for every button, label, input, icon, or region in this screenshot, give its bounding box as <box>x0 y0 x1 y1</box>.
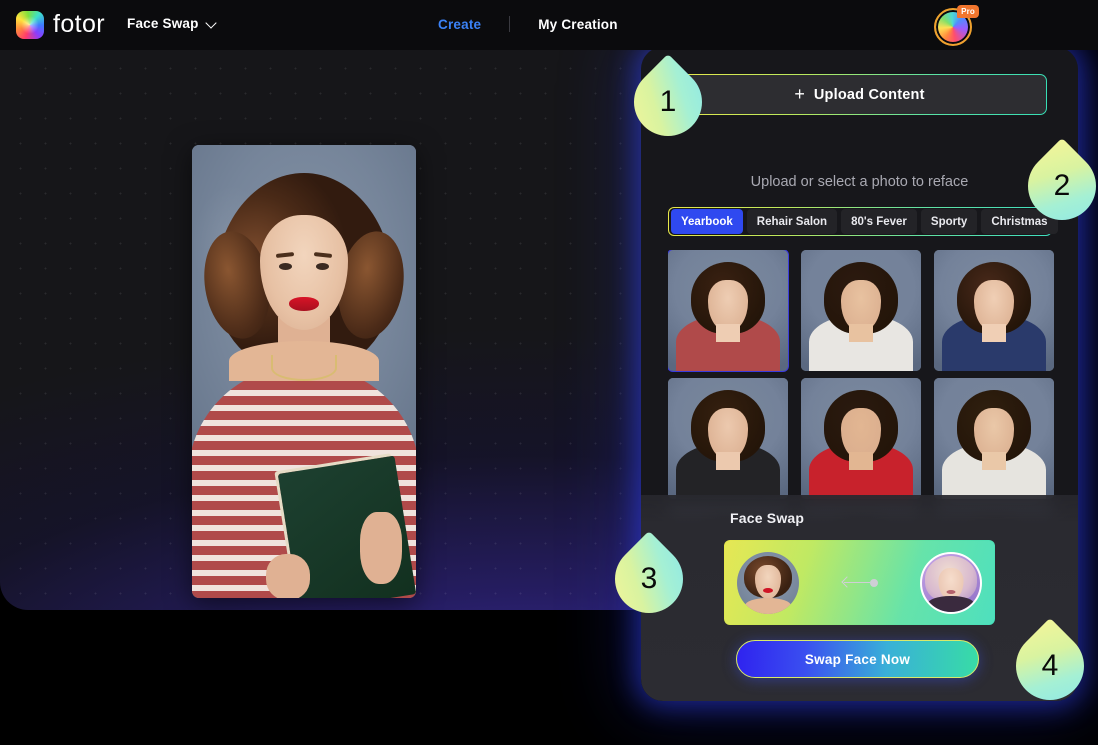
swap-face-now-label: Swap Face Now <box>804 651 911 667</box>
thumb-neck <box>716 452 740 470</box>
tab-sporty[interactable]: Sporty <box>920 209 978 234</box>
thumb-neck <box>849 452 873 470</box>
top-header: fotor Face Swap Create My Creation Pro <box>0 0 1098 50</box>
template-thumb-6[interactable] <box>934 378 1054 499</box>
callout-marker-3: 3 <box>600 530 698 628</box>
upload-content-label: Upload Content <box>813 86 925 103</box>
thumb-neck <box>716 324 740 342</box>
nav-item-create[interactable]: Create <box>438 17 481 32</box>
face-swap-source-thumb[interactable] <box>737 551 799 614</box>
app-root: fotor Face Swap Create My Creation Pro +… <box>0 0 1098 745</box>
arrow-left-icon <box>840 576 880 589</box>
tab-rehair-salon[interactable]: Rehair Salon <box>746 209 838 234</box>
source-shoulders <box>745 597 791 614</box>
account-avatar[interactable]: Pro <box>934 5 979 46</box>
thumb-neck <box>982 324 1006 342</box>
fotor-color-wheel-icon <box>16 10 44 39</box>
target-shoulders <box>928 595 974 612</box>
template-thumb-5[interactable] <box>801 378 921 499</box>
thumb-neck <box>849 324 873 342</box>
callout-number: 3 <box>640 562 658 595</box>
preview-brow-right <box>313 252 333 258</box>
nav-divider <box>509 16 511 32</box>
preview-brow-left <box>275 252 295 258</box>
product-selector[interactable]: Face Swap <box>127 16 217 31</box>
tab-yearbook[interactable]: Yearbook <box>671 209 743 234</box>
swap-face-now-button[interactable]: Swap Face Now <box>736 640 979 678</box>
product-selector-label: Face Swap <box>127 16 199 31</box>
template-thumb-1[interactable] <box>668 250 789 372</box>
face-swap-target-thumb[interactable] <box>920 551 982 614</box>
template-thumb-2[interactable] <box>801 250 921 371</box>
callout-marker-4: 4 <box>1001 617 1098 715</box>
nav-item-my-creation[interactable]: My Creation <box>538 17 617 32</box>
source-lips <box>763 587 773 593</box>
preview-lips <box>289 297 319 311</box>
plus-icon: + <box>794 83 805 104</box>
preview-eye-right <box>316 263 329 270</box>
thumb-neck <box>982 452 1006 470</box>
logo-text: fotor <box>53 10 106 38</box>
face-swap-title: Face Swap <box>730 510 805 526</box>
pro-badge: Pro <box>957 5 979 18</box>
callout-number: 1 <box>659 85 677 118</box>
faceswap-panel: + Upload Content Upload or select a phot… <box>641 47 1078 701</box>
preview-image[interactable] <box>192 145 416 598</box>
callout-number: 2 <box>1053 169 1071 202</box>
chevron-down-icon <box>206 18 217 29</box>
preview-hand-right <box>360 512 402 584</box>
category-tabs: Yearbook Rehair Salon 80's Fever Sporty … <box>668 207 1058 236</box>
target-lips <box>946 589 956 594</box>
upload-content-button[interactable]: + Upload Content <box>672 74 1047 115</box>
preview-hand-left <box>266 554 310 598</box>
tab-80s-fever[interactable]: 80's Fever <box>841 209 917 234</box>
face-swap-section: Face Swap Swap Face Now <box>641 495 1078 701</box>
preview-necklace <box>271 355 337 381</box>
logo[interactable]: fotor <box>16 10 105 39</box>
template-thumb-3[interactable] <box>934 250 1054 371</box>
main-nav: Create My Creation <box>438 16 618 32</box>
upload-hint: Upload or select a photo to reface <box>750 174 969 190</box>
template-thumb-4[interactable] <box>668 378 788 499</box>
callout-marker-1: 1 <box>619 53 717 151</box>
face-swap-pair[interactable] <box>724 540 995 625</box>
callout-marker-2: 2 <box>1013 137 1098 235</box>
callout-number: 4 <box>1041 649 1059 682</box>
preview-eye-left <box>279 263 292 270</box>
